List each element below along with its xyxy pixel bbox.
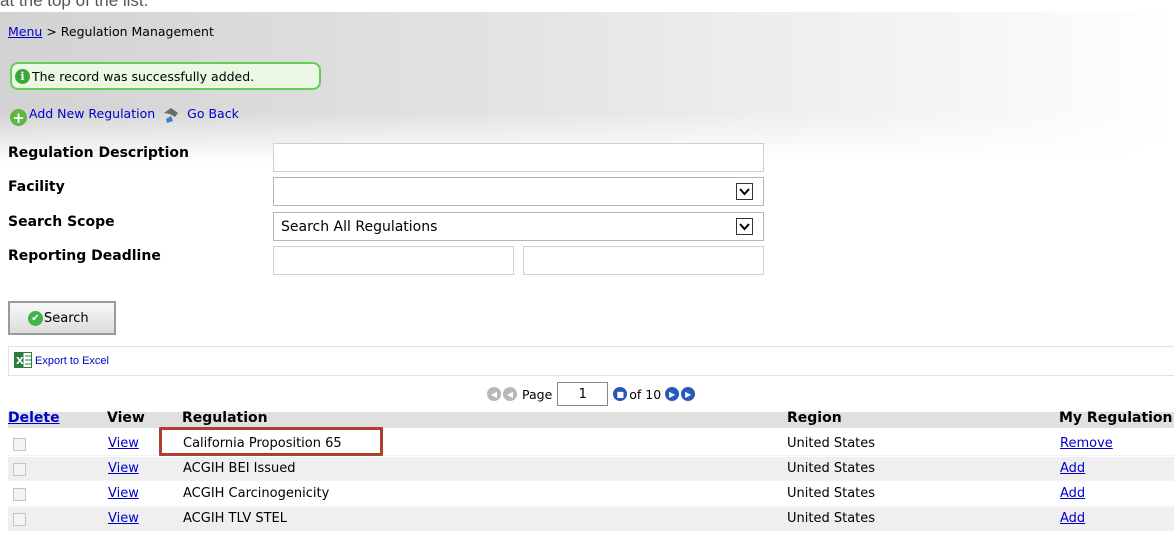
go-back-link[interactable]: Go Back: [155, 99, 239, 128]
view-link[interactable]: View: [108, 461, 139, 476]
success-message: i The record was successfully added.: [10, 62, 321, 90]
grid-header: Delete View Regulation Region My Regulat…: [8, 410, 1174, 428]
facility-label: Facility: [8, 179, 65, 195]
facility-select[interactable]: [273, 177, 764, 206]
page-caption: at the top of the list.: [0, 0, 149, 10]
search-button-label: Search: [44, 310, 89, 326]
reporting-deadline-label: Reporting Deadline: [8, 248, 161, 264]
export-bar: X Export to Excel: [8, 346, 1174, 376]
view-link[interactable]: View: [108, 511, 139, 526]
delete-column-header[interactable]: Delete: [8, 410, 60, 426]
table-row: View California Proposition 65 United St…: [8, 432, 1174, 456]
breadcrumb-menu-link[interactable]: Menu: [8, 24, 42, 39]
region-value: United States: [787, 511, 876, 526]
delete-checkbox[interactable]: [13, 463, 26, 476]
region-value: United States: [787, 486, 876, 501]
export-to-excel-label: Export to Excel: [35, 355, 109, 367]
search-scope-label: Search Scope: [8, 214, 115, 230]
regulation-name: ACGIH TLV STEL: [183, 511, 287, 526]
regulation-name: ACGIH BEI Issued: [183, 461, 296, 476]
prev-page-icon[interactable]: ◀: [503, 387, 517, 401]
regulation-name: ACGIH Carcinogenicity: [183, 486, 330, 501]
page-go-icon[interactable]: ■: [613, 387, 628, 401]
reporting-deadline-from-input[interactable]: [273, 246, 514, 275]
regulation-description-input[interactable]: [273, 143, 764, 172]
add-new-regulation-label: Add New Regulation: [29, 106, 156, 121]
breadcrumb: Menu > Regulation Management: [8, 24, 214, 39]
view-link[interactable]: View: [108, 486, 139, 501]
add-regulation-link[interactable]: Add: [1060, 461, 1085, 476]
first-page-icon[interactable]: ◀: [487, 387, 501, 401]
page-number-input[interactable]: 1: [557, 382, 609, 406]
view-column-header: View: [107, 410, 145, 426]
search-scope-value: Search All Regulations: [281, 218, 438, 235]
next-page-icon[interactable]: ▶: [665, 387, 680, 401]
success-message-text: The record was successfully added.: [32, 68, 255, 84]
regulation-column-header[interactable]: Regulation: [182, 410, 268, 426]
regulation-name: California Proposition 65: [183, 436, 342, 451]
region-value: United States: [787, 436, 876, 451]
delete-checkbox[interactable]: [13, 513, 26, 526]
page-label: Page: [522, 386, 553, 402]
table-row: View ACGIH BEI Issued United States Add: [8, 457, 1174, 481]
delete-checkbox[interactable]: [13, 488, 26, 501]
add-regulation-link[interactable]: Add: [1060, 486, 1085, 501]
search-button[interactable]: ✔ Search: [8, 301, 116, 335]
view-link[interactable]: View: [108, 436, 139, 451]
info-icon: i: [15, 68, 30, 84]
export-to-excel-link[interactable]: X Export to Excel: [14, 351, 109, 371]
check-circle-icon: ✔: [28, 310, 43, 326]
table-row: View ACGIH TLV STEL United States Add: [8, 507, 1174, 531]
go-back-icon: [161, 105, 181, 128]
svg-text:X: X: [16, 356, 24, 367]
remove-regulation-link[interactable]: Remove: [1060, 436, 1113, 451]
regulation-description-label: Regulation Description: [8, 145, 190, 161]
my-regulation-column-header[interactable]: My Regulation: [1059, 410, 1173, 426]
add-new-regulation-link[interactable]: + Add New Regulation: [10, 101, 156, 127]
breadcrumb-current: Regulation Management: [60, 24, 214, 39]
chevron-down-icon[interactable]: [736, 183, 753, 200]
table-row: View ACGIH Carcinogenicity United States…: [8, 482, 1174, 506]
region-column-header[interactable]: Region: [787, 410, 842, 426]
excel-icon: X: [14, 351, 32, 371]
pager: ◀ ◀ Page 1 ■ of 10 ▶ ▶: [487, 382, 697, 406]
plus-circle-icon: +: [10, 109, 27, 127]
region-value: United States: [787, 461, 876, 476]
breadcrumb-separator: >: [46, 24, 57, 39]
reporting-deadline-to-input[interactable]: [523, 246, 764, 275]
last-page-icon[interactable]: ▶: [681, 387, 696, 401]
page-of-label: of 10: [629, 386, 662, 402]
chevron-down-icon[interactable]: [736, 218, 753, 235]
add-regulation-link[interactable]: Add: [1060, 511, 1085, 526]
action-links: + Add New Regulation Go Back: [10, 99, 239, 128]
delete-checkbox[interactable]: [13, 438, 26, 451]
search-scope-select[interactable]: Search All Regulations: [273, 212, 764, 241]
go-back-label: Go Back: [187, 106, 239, 121]
